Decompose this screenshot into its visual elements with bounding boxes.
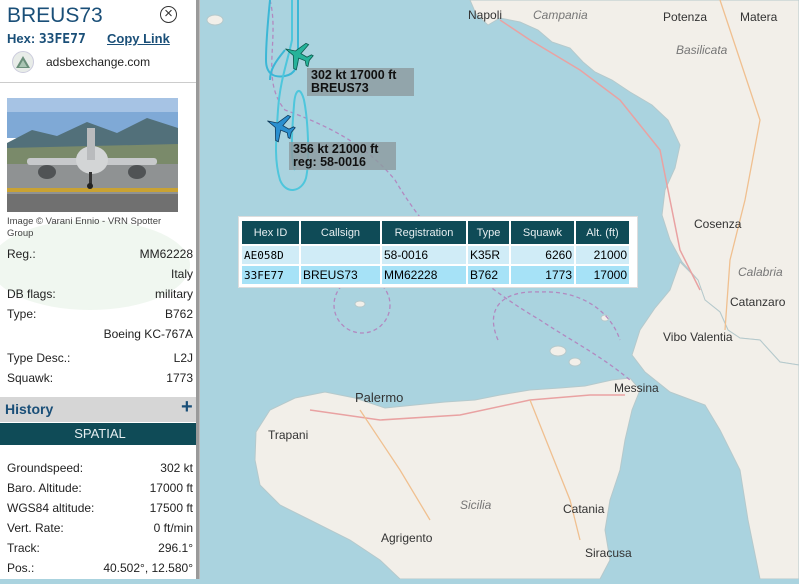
city-vibo-valentia: Vibo Valentia	[663, 330, 733, 344]
aircraft-table: Hex ID Callsign Registration Type Squawk…	[238, 216, 638, 288]
plane-label-ae058d: 356 kt 21000 ft reg: 58-0016	[289, 142, 396, 170]
divider	[0, 82, 196, 83]
spatial-value: 17000 ft	[149, 481, 193, 495]
cell-hex: AE058D	[242, 246, 299, 264]
detail-value: military	[155, 287, 193, 301]
spatial-value: 0 ft/min	[153, 521, 193, 535]
city-agrigento: Agrigento	[381, 531, 433, 545]
detail-label: Type:	[7, 307, 37, 321]
cell-altitude: 21000	[576, 246, 629, 264]
city-catanzaro: Catanzaro	[730, 295, 786, 309]
table-row-selected[interactable]: 33FE77 BREUS73 MM62228 B762 1773 17000	[242, 266, 629, 284]
spatial-label: Vert. Rate:	[7, 521, 64, 535]
table-row[interactable]: AE058D 58-0016 K35R 6260 21000	[242, 246, 629, 264]
cell-registration: 58-0016	[382, 246, 466, 264]
plane-label-breus73: 302 kt 17000 ft BREUS73	[307, 68, 414, 96]
hex-line: Hex: 33FE77	[7, 31, 86, 47]
aircraft-info-panel: BREUS73 × Hex: 33FE77 Copy Link adsbexch…	[0, 0, 200, 579]
region-sicilia: Sicilia	[460, 498, 492, 512]
cell-altitude: 17000	[576, 266, 629, 284]
city-cosenza: Cosenza	[694, 217, 742, 231]
cell-callsign: BREUS73	[301, 266, 380, 284]
photo-credit[interactable]: Image © Varani Ennio - VRN Spotter Group	[7, 216, 187, 240]
ischia-island	[206, 14, 224, 26]
cell-callsign	[301, 246, 380, 264]
city-catania: Catania	[563, 502, 605, 516]
spatial-value: 17500 ft	[149, 501, 193, 515]
ustica-island	[354, 300, 366, 308]
history-title: History	[5, 401, 54, 417]
region-campania: Campania	[533, 8, 588, 22]
col-altitude[interactable]: Alt. (ft)	[576, 221, 629, 244]
close-icon[interactable]: ×	[164, 5, 173, 22]
close-button[interactable]: ×	[160, 6, 177, 23]
city-matera: Matera	[740, 10, 778, 24]
cell-squawk: 1773	[511, 266, 574, 284]
map[interactable]	[200, 0, 799, 580]
aircraft-callsign-title: BREUS73	[7, 4, 103, 27]
detail-value: B762	[164, 307, 193, 321]
cell-type: B762	[468, 266, 509, 284]
detail-value: 1773	[166, 371, 193, 385]
col-squawk[interactable]: Squawk	[511, 221, 574, 244]
aeolian-island	[549, 345, 567, 357]
spatial-value: 302 kt	[160, 461, 193, 475]
aeolian-island	[568, 357, 582, 367]
spatial-label: Baro. Altitude:	[7, 481, 82, 495]
plane-label-callsign: BREUS73	[311, 81, 369, 95]
detail-value: MM62228	[139, 247, 193, 261]
city-palermo: Palermo	[355, 390, 404, 405]
plane-label-reg: reg: 58-0016	[293, 155, 366, 169]
adsbexchange-logo-icon[interactable]	[12, 51, 34, 73]
spatial-value: 296.1°	[158, 541, 193, 555]
history-section-header[interactable]: History +	[0, 396, 196, 422]
detail-label: Squawk:	[7, 371, 54, 385]
city-siracusa: Siracusa	[585, 546, 632, 560]
city-napoli: Napoli	[468, 8, 503, 22]
detail-label: Reg.:	[7, 247, 36, 261]
region-basilicata: Basilicata	[676, 43, 728, 57]
city-potenza: Potenza	[663, 10, 708, 24]
copy-link[interactable]: Copy Link	[107, 31, 170, 46]
col-hex-id[interactable]: Hex ID	[242, 221, 299, 244]
region-calabria: Calabria	[738, 265, 783, 279]
city-trapani: Trapani	[268, 428, 309, 442]
map-canvas[interactable]	[200, 0, 799, 580]
col-type[interactable]: Type	[468, 221, 509, 244]
spatial-label: WGS84 altitude:	[7, 501, 95, 515]
hex-value: 33FE77	[38, 32, 86, 47]
sidebar-scrollbar[interactable]	[196, 0, 199, 579]
spatial-section-header[interactable]: SPATIAL	[0, 423, 199, 445]
spatial-label: Groundspeed:	[7, 461, 84, 475]
adsbexchange-link[interactable]: adsbexchange.com	[46, 55, 150, 69]
cell-hex: 33FE77	[242, 266, 299, 284]
spatial-label: Pos.:	[7, 561, 35, 575]
cell-registration: MM62228	[382, 266, 466, 284]
city-messina: Messina	[614, 381, 659, 395]
expand-plus-icon[interactable]: +	[181, 396, 193, 419]
detail-value: Boeing KC-767A	[103, 327, 193, 341]
cell-squawk: 6260	[511, 246, 574, 264]
col-registration[interactable]: Registration	[382, 221, 466, 244]
cell-type: K35R	[468, 246, 509, 264]
spatial-label: Track:	[7, 541, 40, 555]
detail-value: Italy	[170, 267, 193, 281]
hex-label: Hex:	[7, 31, 36, 46]
spatial-value: 40.502°, 12.580°	[103, 561, 193, 575]
aircraft-photo[interactable]	[7, 98, 178, 212]
detail-label: Type Desc.:	[7, 351, 71, 365]
detail-value: L2J	[173, 351, 193, 365]
col-callsign[interactable]: Callsign	[301, 221, 380, 244]
detail-label: DB flags:	[7, 287, 56, 301]
